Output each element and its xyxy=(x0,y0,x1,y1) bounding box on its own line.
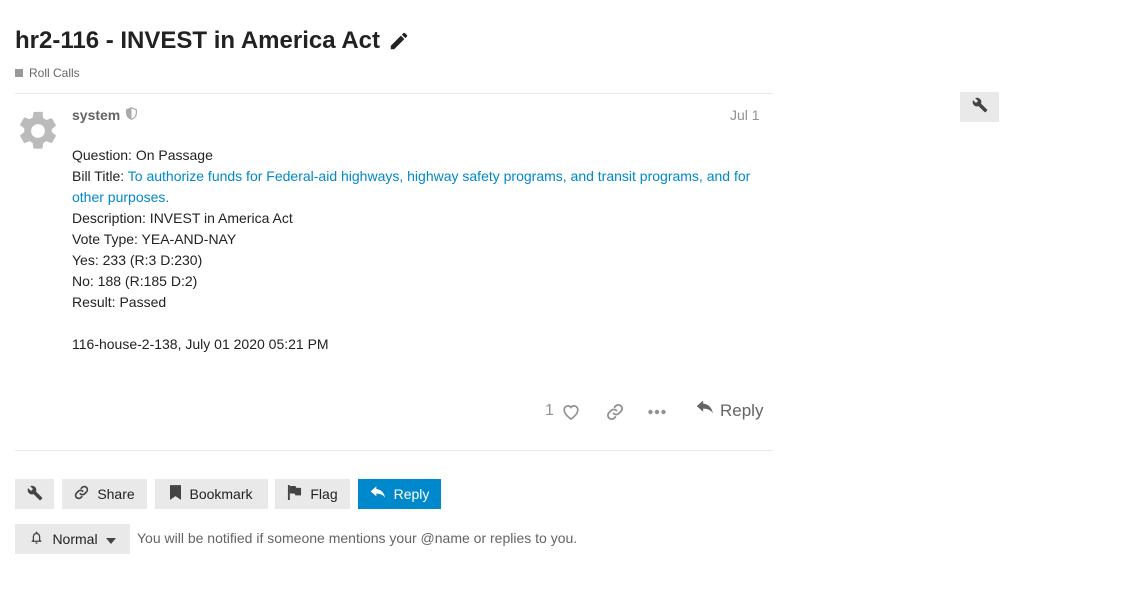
bookmark-button[interactable]: Bookmark xyxy=(155,479,268,509)
bill-title-line: Bill Title: To authorize funds for Feder… xyxy=(72,166,762,208)
divider xyxy=(15,450,773,451)
yes-line: Yes: 233 (R:3 D:230) xyxy=(72,252,203,268)
reply-label: Reply xyxy=(393,486,430,502)
reply-icon xyxy=(370,485,386,503)
caret-down-icon xyxy=(105,531,116,547)
avatar[interactable] xyxy=(15,108,61,159)
post-actions: 1 Reply xyxy=(540,398,772,426)
wrench-icon xyxy=(27,485,43,504)
topic-title[interactable]: hr2-116 - INVEST in America Act xyxy=(15,27,380,55)
question-line: Question: On Passage xyxy=(72,147,213,163)
divider xyxy=(15,93,773,94)
roll-call-id-line: 116-house-2-138, July 01 2020 05:21 PM xyxy=(72,336,329,352)
description-line: Description: INVEST in America Act xyxy=(72,210,293,226)
reply-label: Reply xyxy=(720,400,764,420)
no-line: No: 188 (R:185 D:2) xyxy=(72,273,198,289)
bookmark-icon xyxy=(170,485,182,503)
gear-icon xyxy=(20,111,56,149)
admin-wrench-button[interactable] xyxy=(960,92,999,122)
flag-button[interactable]: Flag xyxy=(275,479,350,509)
result-line: Result: Passed xyxy=(72,294,167,310)
bill-title-link[interactable]: To authorize funds for Federal-aid highw… xyxy=(72,168,750,205)
more-options-icon[interactable] xyxy=(648,404,666,425)
shield-icon xyxy=(126,107,138,123)
category-color-square xyxy=(15,69,23,77)
notification-level-label: Normal xyxy=(52,531,98,547)
notification-level-dropdown[interactable]: Normal xyxy=(15,524,130,554)
bill-title-label: Bill Title: xyxy=(72,168,128,184)
share-label: Share xyxy=(97,486,135,502)
topic-admin-button[interactable] xyxy=(15,479,54,509)
reply-icon xyxy=(696,400,714,421)
vote-type-line: Vote Type: YEA-AND-NAY xyxy=(72,231,237,247)
flag-label: Flag xyxy=(310,486,338,502)
bookmark-label: Bookmark xyxy=(189,486,253,502)
reply-button[interactable]: Reply xyxy=(358,479,441,509)
flag-icon xyxy=(287,485,302,503)
post-author: system xyxy=(72,107,138,123)
wrench-icon xyxy=(972,97,988,118)
category-badge[interactable]: Roll Calls xyxy=(15,66,80,80)
bell-icon xyxy=(29,530,44,548)
post-reply-button[interactable]: Reply xyxy=(696,400,763,421)
share-button[interactable]: Share xyxy=(62,479,147,509)
category-label: Roll Calls xyxy=(29,66,80,80)
page-title: hr2-116 - INVEST in America Act xyxy=(15,27,410,55)
pencil-icon[interactable] xyxy=(388,30,410,52)
notification-description: You will be notified if someone mentions… xyxy=(137,530,578,546)
link-icon xyxy=(74,485,89,503)
like-count[interactable]: 1 xyxy=(545,402,554,420)
post-date[interactable]: Jul 1 xyxy=(730,107,760,123)
username[interactable]: system xyxy=(72,107,120,123)
post-body: Question: On Passage Bill Title: To auth… xyxy=(72,145,762,355)
link-icon[interactable] xyxy=(606,403,624,426)
heart-icon[interactable] xyxy=(562,403,580,425)
